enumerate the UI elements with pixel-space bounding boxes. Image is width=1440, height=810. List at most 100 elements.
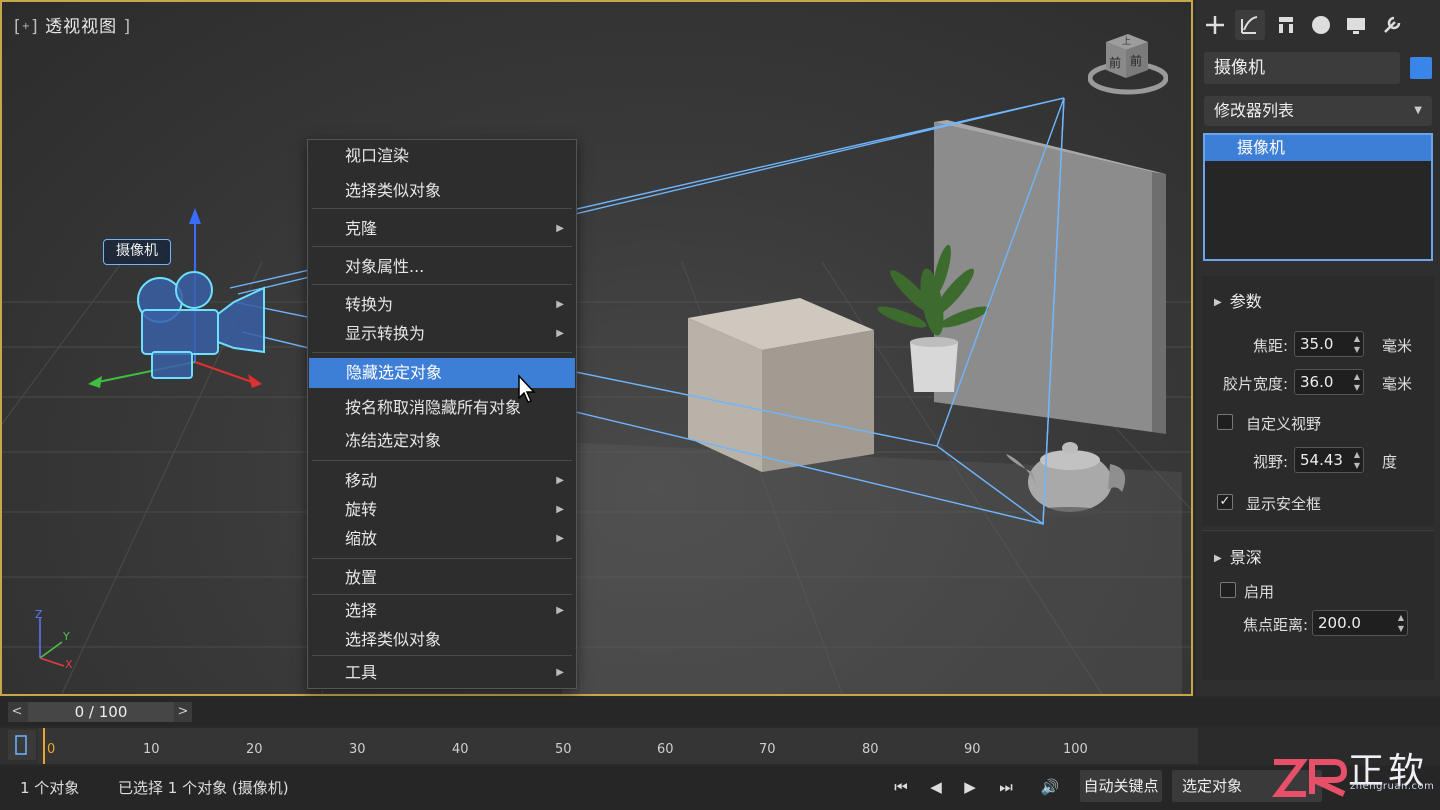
submenu-arrow-icon: ▶ [556, 533, 564, 544]
fov-spinner[interactable]: 54.43 ▲ ▼ [1294, 447, 1364, 473]
next-frame-button[interactable]: > [174, 702, 192, 722]
menu-separator [312, 594, 572, 595]
rollout-title-label: 景深 [1229, 548, 1262, 567]
go-to-end-button[interactable]: ⏭ [990, 772, 1022, 802]
time-slider-thumb[interactable]: 0 / 100 [28, 702, 174, 722]
dof-enable-label: 启用 [1244, 583, 1275, 601]
auto-key-button[interactable]: 自动关键点 [1080, 770, 1162, 802]
menu-separator [312, 284, 572, 285]
play-button[interactable]: ▶ [954, 772, 986, 802]
go-to-start-button[interactable]: ⏮ [885, 772, 917, 802]
scene-canvas [2, 97, 1191, 694]
film-width-label: 胶片宽度: [1222, 375, 1288, 393]
context-menu: 视口渲染 选择类似对象 克隆 ▶ 对象属性... 转换为 ▶ 显示转换为 ▶ 隐藏选定… [307, 139, 577, 689]
mouse-cursor-icon [518, 374, 536, 403]
menu-separator [312, 246, 572, 247]
menu-item-tools[interactable]: 工具 ▶ [308, 659, 576, 687]
menu-item-select-similar[interactable]: 选择类似对象 [308, 177, 576, 205]
time-slider-bar [0, 698, 1440, 726]
menu-item-label: 选择 [345, 601, 378, 620]
chevron-down-icon: ▼ [1414, 105, 1422, 116]
modifier-list-label: 修改器列表 [1214, 101, 1295, 120]
utilities-tab[interactable] [1377, 10, 1407, 40]
menu-item-display-convert-to[interactable]: 显示转换为 ▶ [308, 320, 576, 348]
prev-frame-button[interactable]: < [8, 702, 26, 722]
sound-icon[interactable]: 🔊 [1034, 772, 1066, 802]
rollout-title-label: 参数 [1229, 292, 1262, 311]
hierarchy-tab[interactable] [1271, 10, 1301, 40]
fov-value: 54.43 [1300, 451, 1343, 469]
viewport-menu-bracket[interactable]: [ [14, 17, 22, 37]
fov-unit: 度 [1382, 453, 1398, 471]
spinner-arrows-icon[interactable]: ▲ ▼ [1354, 449, 1360, 471]
spinner-arrows-icon[interactable]: ▲ ▼ [1354, 333, 1360, 355]
focal-length-spinner[interactable]: 35.0 ▲ ▼ [1294, 331, 1364, 357]
axis-z-label: Z [35, 608, 43, 621]
viewcube-top-label: 上 [1122, 37, 1132, 47]
camera-label-tag: 摄像机 [103, 239, 171, 265]
viewport-label[interactable]: [+] 透视视图 ] [14, 12, 131, 37]
modifier-list-dropdown[interactable]: 修改器列表 ▼ [1204, 96, 1432, 126]
viewport-menu-bracket-close: ] [31, 17, 39, 37]
viewcube-front-label: 前 [1109, 56, 1122, 70]
modifier-stack[interactable]: 摄像机 [1203, 133, 1433, 261]
viewport-title[interactable]: 透视视图 [45, 17, 117, 37]
object-name-field[interactable]: 摄像机 [1204, 52, 1400, 84]
menu-item-viewport-render[interactable]: 视口渲染 [308, 142, 576, 170]
viewport-title-close: ] [123, 17, 132, 37]
custom-fov-checkbox[interactable] [1217, 414, 1233, 430]
menu-item-label: 冻结选定对象 [345, 431, 442, 450]
track-tick-label: 0 [47, 742, 56, 757]
display-icon[interactable] [1341, 10, 1371, 40]
menu-item-label: 对象属性... [345, 257, 425, 276]
object-count-text: 1 个对象 [20, 779, 80, 797]
film-width-spinner[interactable]: 36.0 ▲ ▼ [1294, 369, 1364, 395]
fov-label: 视野: [1252, 453, 1288, 471]
modify-icon[interactable] [1235, 10, 1265, 40]
create-icon[interactable] [1200, 10, 1230, 40]
perspective-viewport[interactable]: [+] 透视视图 ] 摄像机 上 前 前 Z Y X [0, 0, 1193, 696]
hierarchy-icon[interactable] [1271, 10, 1301, 40]
menu-item-select-similar-2[interactable]: 选择类似对象 [308, 626, 576, 654]
submenu-arrow-icon: ▶ [556, 475, 564, 486]
menu-item-select[interactable]: 选择 ▶ [308, 597, 576, 625]
menu-item-move[interactable]: 移动 ▶ [308, 467, 576, 495]
menu-item-place[interactable]: 放置 [308, 564, 576, 592]
focus-distance-spinner[interactable]: 200.0 ▲ ▼ [1312, 610, 1408, 636]
menu-item-label: 隐藏选定对象 [346, 363, 443, 382]
create-tab[interactable] [1200, 10, 1230, 40]
motion-tab[interactable] [1306, 10, 1336, 40]
motion-icon[interactable] [1306, 10, 1336, 40]
viewcube[interactable]: 上 前 前 [1087, 30, 1169, 100]
menu-item-rotate[interactable]: 旋转 ▶ [308, 496, 576, 524]
viewport-plus-icon[interactable]: + [22, 21, 31, 32]
menu-item-label: 选择类似对象 [345, 181, 442, 200]
command-panel: 摄像机 修改器列表 ▼ 摄像机 ▶ 参数 焦距: 35.0 ▲ ▼ 毫米 胶片宽度: 3… [1196, 0, 1440, 696]
dof-enable-checkbox[interactable] [1220, 582, 1236, 598]
show-safe-frame-checkbox[interactable]: ✓ [1217, 494, 1233, 510]
modify-tab[interactable] [1235, 10, 1265, 40]
rollout-arrow-icon: ▶ [1214, 553, 1222, 564]
menu-item-label: 转换为 [345, 295, 394, 314]
object-color-swatch[interactable] [1410, 57, 1432, 79]
parameters-rollout-title[interactable]: ▶ 参数 [1214, 288, 1262, 312]
modifier-stack-item[interactable]: 摄像机 [1205, 135, 1431, 161]
menu-item-label: 克隆 [345, 219, 378, 238]
menu-item-clone[interactable]: 克隆 ▶ [308, 215, 576, 243]
brand-url: zhengruan.com [1350, 781, 1435, 792]
display-tab[interactable] [1341, 10, 1371, 40]
menu-item-label: 视口渲染 [345, 146, 410, 165]
menu-item-scale[interactable]: 缩放 ▶ [308, 525, 576, 553]
spinner-arrows-icon[interactable]: ▲ ▼ [1354, 371, 1360, 393]
focal-length-unit: 毫米 [1382, 337, 1413, 355]
spinner-arrows-icon[interactable]: ▲ ▼ [1398, 612, 1404, 634]
dof-rollout-title[interactable]: ▶ 景深 [1214, 544, 1262, 568]
utilities-icon[interactable] [1377, 10, 1407, 40]
previous-frame-button[interactable]: ◀ [920, 772, 952, 802]
menu-item-freeze-selection[interactable]: 冻结选定对象 [308, 427, 576, 455]
menu-item-convert-to[interactable]: 转换为 ▶ [308, 291, 576, 319]
menu-separator [312, 352, 572, 353]
focal-length-label: 焦距: [1252, 337, 1288, 355]
menu-item-object-properties[interactable]: 对象属性... [308, 253, 576, 281]
submenu-arrow-icon: ▶ [556, 667, 564, 678]
